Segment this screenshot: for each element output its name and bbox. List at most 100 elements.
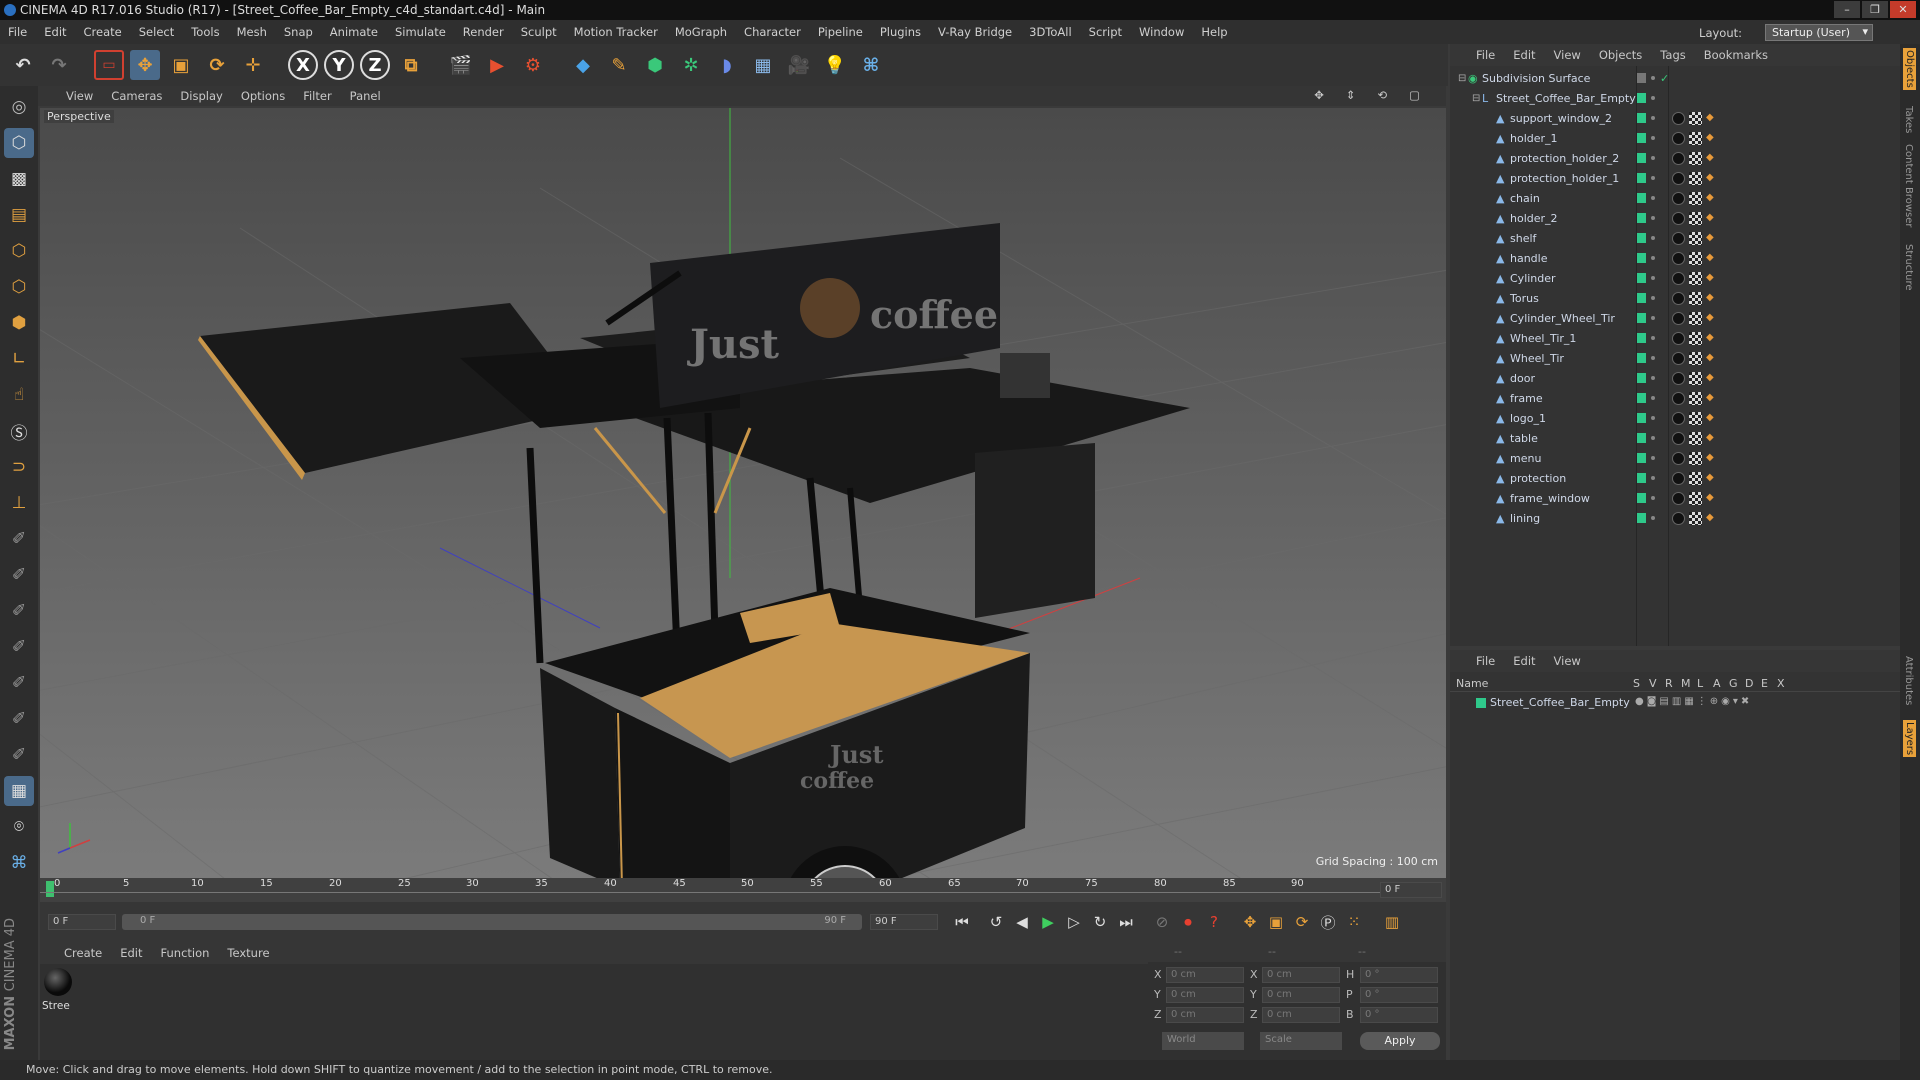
layer-col-a[interactable]: A <box>1713 677 1721 690</box>
material-tag-icon[interactable] <box>1672 151 1685 165</box>
object-tags[interactable]: ◆ <box>1672 351 1716 365</box>
menu-pipeline[interactable]: Pipeline <box>818 25 863 39</box>
layer-tag[interactable] <box>1637 213 1646 223</box>
previous-frame-icon[interactable]: ◀ <box>1010 910 1034 934</box>
visibility-dot[interactable] <box>1651 136 1655 140</box>
material-tag-icon[interactable] <box>1672 471 1685 485</box>
key-parameter-icon[interactable]: Ⓟ <box>1316 910 1340 934</box>
phong-tag-icon[interactable]: ◆ <box>1706 412 1716 425</box>
layer-tag[interactable] <box>1637 473 1646 483</box>
object-name[interactable]: Cylinder_Wheel_Tir <box>1510 312 1615 325</box>
nurbs-icon[interactable]: ⬢ <box>640 50 670 80</box>
object-name[interactable]: table <box>1510 432 1538 445</box>
visibility-dot[interactable] <box>1651 516 1655 520</box>
layer-tag[interactable] <box>1637 133 1646 143</box>
object-name[interactable]: frame_window <box>1510 492 1590 505</box>
object-row[interactable]: ▲ shelf ◆ <box>1450 228 1900 248</box>
object-row[interactable]: ▲ handle ◆ <box>1450 248 1900 268</box>
visibility-dot[interactable] <box>1651 176 1655 180</box>
tweak-mode-icon[interactable]: ☝ <box>4 380 34 410</box>
object-name[interactable]: Torus <box>1510 292 1539 305</box>
key-rotation-icon[interactable]: ⟳ <box>1290 910 1314 934</box>
autokey-icon[interactable]: ⏺ <box>1176 910 1200 934</box>
sculpt-brush-6-icon[interactable]: ✐ <box>4 704 34 734</box>
object-name[interactable]: support_window_2 <box>1510 112 1612 125</box>
texture-tag-icon[interactable] <box>1689 491 1702 505</box>
phong-tag-icon[interactable]: ◆ <box>1706 292 1716 305</box>
layers-menu-view[interactable]: View <box>1554 654 1581 668</box>
expand-toggle-icon[interactable]: ⊟ <box>1472 93 1480 104</box>
viewport-menu-display[interactable]: Display <box>180 89 222 103</box>
transform-tool-icon[interactable]: ✛ <box>238 50 268 80</box>
tab-attributes[interactable]: Attributes <box>1903 656 1914 705</box>
material-tag-icon[interactable] <box>1672 191 1685 205</box>
size-z-field[interactable]: 0 cm <box>1262 1007 1340 1023</box>
texture-tag-icon[interactable] <box>1689 431 1702 445</box>
workplane-axis-icon[interactable]: ⊥ <box>4 488 34 518</box>
phong-tag-icon[interactable]: ◆ <box>1706 312 1716 325</box>
timeline-ruler[interactable]: 0 5 10 15 20 25 30 35 40 45 50 55 60 65 … <box>40 878 1446 902</box>
phong-tag-icon[interactable]: ◆ <box>1706 192 1716 205</box>
size-y-field[interactable]: 0 cm <box>1262 987 1340 1003</box>
live-selection-icon[interactable]: ▭ <box>94 50 124 80</box>
menu-3dtoall[interactable]: 3DToAll <box>1029 25 1072 39</box>
texture-tag-icon[interactable] <box>1689 191 1702 205</box>
object-row[interactable]: ▲ chain ◆ <box>1450 188 1900 208</box>
layer-tag[interactable] <box>1637 193 1646 203</box>
visibility-dot[interactable] <box>1651 416 1655 420</box>
edges-mode-icon[interactable]: ⬡ <box>4 272 34 302</box>
phong-tag-icon[interactable]: ◆ <box>1706 512 1716 525</box>
layer-color-swatch[interactable] <box>1476 698 1486 708</box>
layer-tag[interactable] <box>1637 393 1646 403</box>
phong-tag-icon[interactable]: ◆ <box>1706 332 1716 345</box>
layer-col-m[interactable]: M <box>1681 677 1691 690</box>
phong-tag-icon[interactable]: ◆ <box>1706 112 1716 125</box>
object-row[interactable]: ▲ menu ◆ <box>1450 448 1900 468</box>
material-tag-icon[interactable] <box>1672 331 1685 345</box>
layer-tag[interactable] <box>1637 93 1646 103</box>
sculpt-brush-5-icon[interactable]: ✐ <box>4 668 34 698</box>
keyframe-selection-icon[interactable]: ? <box>1202 910 1226 934</box>
object-tags[interactable]: ◆ <box>1672 411 1716 425</box>
polygons-mode-icon[interactable]: ⬢ <box>4 308 34 338</box>
array-icon[interactable]: ✲ <box>676 50 706 80</box>
edit-render-settings-icon[interactable]: ⚙ <box>518 50 548 80</box>
layer-tag[interactable] <box>1637 433 1646 443</box>
spline-pen-icon[interactable]: ✎ <box>604 50 634 80</box>
start-frame-field[interactable]: 0 F <box>48 914 116 930</box>
object-row[interactable]: ▲ Torus ◆ <box>1450 288 1900 308</box>
layer-col-g[interactable]: G <box>1729 677 1738 690</box>
object-name[interactable]: handle <box>1510 252 1548 265</box>
object-name[interactable]: protection <box>1510 472 1566 485</box>
visibility-dot[interactable] <box>1651 116 1655 120</box>
layer-tag[interactable] <box>1637 113 1646 123</box>
coordinate-system-icon[interactable]: ⧉ <box>396 50 426 80</box>
layer-col-r[interactable]: R <box>1665 677 1673 690</box>
material-swatch[interactable] <box>44 968 72 996</box>
material-tag-icon[interactable] <box>1672 431 1685 445</box>
make-editable-icon[interactable]: ◎ <box>4 92 34 122</box>
visibility-dot[interactable] <box>1651 276 1655 280</box>
object-name[interactable]: holder_1 <box>1510 132 1558 145</box>
phong-tag-icon[interactable]: ◆ <box>1706 132 1716 145</box>
scale-tool-icon[interactable]: ▣ <box>166 50 196 80</box>
menu-tools[interactable]: Tools <box>191 25 219 39</box>
visibility-dot[interactable] <box>1651 436 1655 440</box>
y-axis-icon[interactable]: Y <box>324 50 354 80</box>
sculpt-brush-7-icon[interactable]: ✐ <box>4 740 34 770</box>
deformer-icon[interactable]: ◗ <box>712 50 742 80</box>
material-menu-create[interactable]: Create <box>64 946 102 960</box>
layer-col-v[interactable]: V <box>1649 677 1657 690</box>
menu-mesh[interactable]: Mesh <box>237 25 267 39</box>
layer-col-e[interactable]: E <box>1761 677 1768 690</box>
texture-tag-icon[interactable] <box>1689 111 1702 125</box>
render-picture-viewer-icon[interactable]: ▶ <box>482 50 512 80</box>
viewport-menu-panel[interactable]: Panel <box>350 89 381 103</box>
objects-menu-objects[interactable]: Objects <box>1599 48 1642 62</box>
tab-structure[interactable]: Structure <box>1903 244 1914 291</box>
visibility-dot[interactable] <box>1651 376 1655 380</box>
key-pla-icon[interactable]: ⁙ <box>1342 910 1366 934</box>
objects-menu-file[interactable]: File <box>1476 48 1495 62</box>
layer-tag[interactable] <box>1637 333 1646 343</box>
material-tag-icon[interactable] <box>1672 171 1685 185</box>
